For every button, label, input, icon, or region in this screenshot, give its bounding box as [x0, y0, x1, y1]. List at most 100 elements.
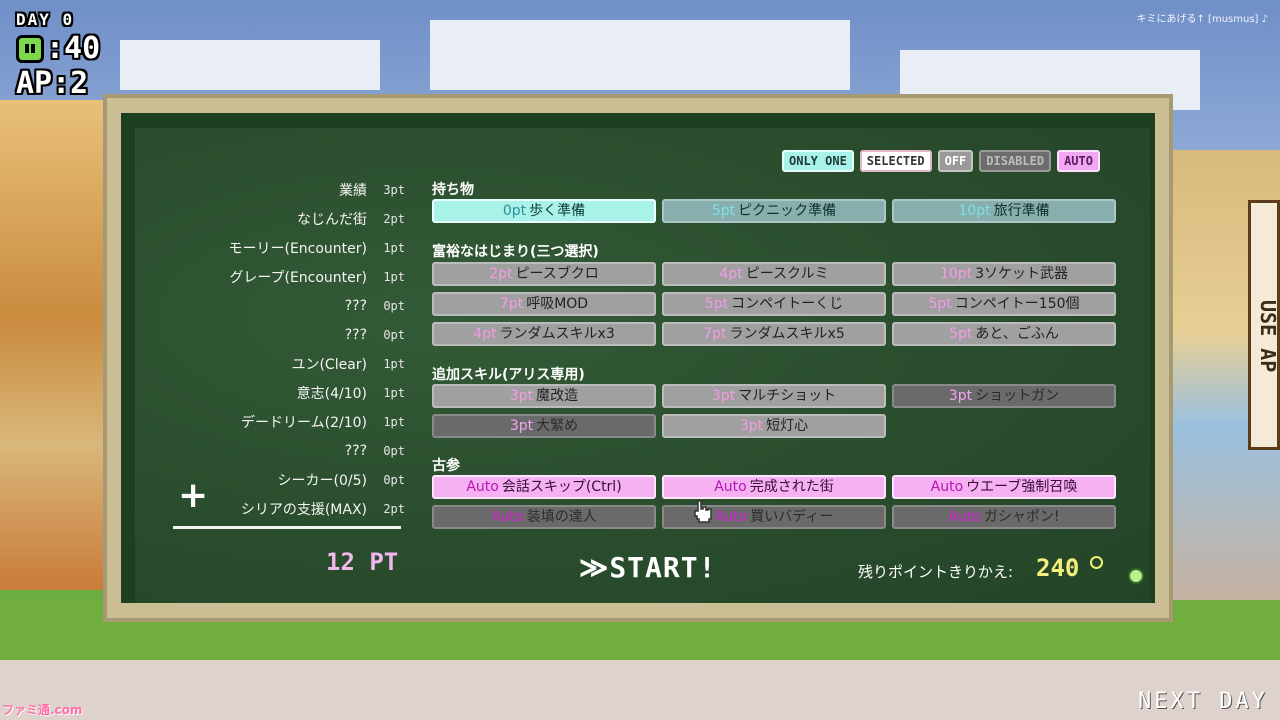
- now-playing-song: キミにあげる↑ [musmus] ♪: [1136, 14, 1269, 25]
- cloud: [430, 20, 850, 90]
- score-points: 3pt: [383, 182, 405, 197]
- option-cost: 10pt: [939, 266, 973, 282]
- legend-selected: SELECTED: [859, 150, 932, 172]
- ap-counter: AP:2: [16, 66, 89, 101]
- legend-auto: AUTO: [1057, 150, 1100, 172]
- status-legend: ONLY ONE SELECTED OFF DISABLED AUTO: [782, 150, 1100, 172]
- score-name: モーリー(Encounter): [228, 240, 367, 257]
- score-row: ??? 0pt: [150, 320, 405, 349]
- rich-start-option-button[interactable]: 5pt コンペイトーくじ: [662, 292, 886, 316]
- score-points: 0pt: [383, 298, 405, 313]
- watermark-logo: ファミ通.com: [2, 703, 83, 717]
- coin-icon: [1090, 556, 1103, 569]
- option-cost: Auto: [714, 509, 748, 525]
- option-cost: 4pt: [473, 326, 497, 342]
- skill-option-button[interactable]: 3pt 魔改造: [432, 384, 656, 408]
- score-row: デードリーム(2/10) 1pt: [150, 407, 405, 436]
- score-row: なじんだ街 2pt: [150, 204, 405, 233]
- option-cost: 3pt: [711, 388, 736, 404]
- option-label: 旅行準備: [993, 203, 1050, 219]
- remaining-points-label: 残りポイントきりかえ:: [858, 563, 1014, 581]
- skill-option-button[interactable]: 3pt マルチショット: [662, 384, 886, 408]
- rich-start-option-button[interactable]: 7pt ランダムスキルx5: [662, 322, 886, 346]
- option-cost: 4pt: [719, 266, 743, 282]
- score-row: モーリー(Encounter) 1pt: [150, 233, 405, 262]
- score-points: 1pt: [383, 269, 405, 284]
- skill-option-button[interactable]: 3pt 短灯心: [662, 414, 886, 438]
- skill-option-button-disabled: 3pt ショットガン: [892, 384, 1116, 408]
- option-cost: 5pt: [711, 203, 736, 219]
- score-row: ??? 0pt: [150, 291, 405, 320]
- score-name: ユン(Clear): [291, 356, 367, 373]
- option-label: 3ソケット武器: [975, 266, 1069, 282]
- option-label: 魔改造: [536, 388, 579, 404]
- section-title-rich-start: 富裕なはじまり(三つ選択): [432, 244, 599, 260]
- rich-start-option-button[interactable]: 4pt ランダムスキルx3: [432, 322, 656, 346]
- option-cost: 3pt: [739, 418, 764, 434]
- veteran-option-button[interactable]: Auto 完成された街: [662, 475, 886, 499]
- item-option-button[interactable]: 5pt ピクニック準備: [662, 199, 886, 223]
- character-mini-icon[interactable]: [1128, 568, 1144, 584]
- option-cost: 7pt: [703, 326, 727, 342]
- sum-divider: [173, 526, 401, 529]
- option-label: コンペイトー150個: [954, 296, 1080, 312]
- rich-start-option-button[interactable]: 10pt 3ソケット武器: [892, 262, 1116, 286]
- rich-start-option-button[interactable]: 5pt コンペイトー150個: [892, 292, 1116, 316]
- section-title-items: 持ち物: [432, 182, 474, 198]
- section-title-extra-skills: 追加スキル(アリス専用): [432, 367, 585, 383]
- option-cost: 5pt: [928, 296, 952, 312]
- score-points: 0pt: [383, 327, 405, 342]
- option-cost: 3pt: [509, 388, 534, 404]
- veteran-option-button-disabled: Auto 装填の達人: [432, 505, 656, 529]
- option-label: 完成された街: [749, 479, 834, 495]
- score-row: ??? 0pt: [150, 436, 405, 465]
- score-points: 2pt: [383, 501, 405, 516]
- veteran-option-button[interactable]: Auto ウエーブ強制召喚: [892, 475, 1116, 499]
- option-label: 装填の達人: [526, 509, 597, 525]
- option-cost: 3pt: [948, 388, 973, 404]
- score-name: グレープ(Encounter): [229, 269, 367, 286]
- option-cost: Auto: [491, 509, 524, 525]
- legend-only-one: ONLY ONE: [782, 150, 854, 172]
- option-cost: Auto: [930, 479, 964, 495]
- item-option-button[interactable]: 0pt 歩く準備: [432, 199, 656, 223]
- option-cost: 2pt: [489, 266, 513, 282]
- day-counter: DAY 0: [16, 10, 75, 29]
- score-name: ???: [344, 326, 367, 343]
- item-option-button[interactable]: 10pt 旅行準備: [892, 199, 1116, 223]
- option-cost: 5pt: [704, 296, 729, 312]
- option-cost: Auto: [714, 479, 747, 495]
- option-label: ピースクルミ: [745, 266, 829, 282]
- option-label: マルチショット: [738, 388, 837, 404]
- option-label: ガシャポン!: [983, 509, 1060, 525]
- score-points: 1pt: [383, 240, 405, 255]
- option-label: コンペイトーくじ: [731, 296, 844, 312]
- score-row: ユン(Clear) 1pt: [150, 349, 405, 378]
- character-artwork: [0, 100, 110, 590]
- score-list: 業績 3pt なじんだ街 2pt モーリー(Encounter) 1pt グレープ(E…: [150, 175, 405, 523]
- rich-start-option-button[interactable]: 4pt ピースクルミ: [662, 262, 886, 286]
- option-cost: Auto: [948, 509, 981, 525]
- hand-cursor-icon: [694, 500, 712, 523]
- remaining-points-value: 240: [1036, 554, 1080, 582]
- next-day-button[interactable]: NEXT DAY: [1138, 689, 1268, 714]
- rich-start-option-button[interactable]: 2pt ピースブクロ: [432, 262, 656, 286]
- rich-start-option-button[interactable]: 5pt あと、ごふん: [892, 322, 1116, 346]
- option-cost: 7pt: [499, 296, 524, 312]
- score-row: 意志(4/10) 1pt: [150, 378, 405, 407]
- rich-start-option-button[interactable]: 7pt 呼吸MOD: [432, 292, 656, 316]
- option-label: 買いバディー: [750, 509, 834, 525]
- use-ap-sign-text: USE AP: [1256, 300, 1280, 373]
- score-name: なじんだ街: [297, 211, 367, 228]
- hp-display: :40: [16, 31, 100, 66]
- option-label: ランダムスキルx3: [499, 326, 615, 342]
- option-cost: 3pt: [509, 418, 534, 434]
- legend-disabled: DISABLED: [979, 150, 1052, 172]
- veteran-option-button[interactable]: Auto 会話スキップ(Ctrl): [432, 475, 656, 499]
- option-label: 会話スキップ(Ctrl): [501, 479, 622, 495]
- option-cost: 10pt: [958, 203, 991, 219]
- option-label: 呼吸MOD: [526, 296, 589, 312]
- score-name: シーカー(0/5): [277, 472, 367, 489]
- option-label: ウエーブ強制召喚: [966, 479, 1078, 495]
- start-button[interactable]: ≫START!: [579, 551, 716, 584]
